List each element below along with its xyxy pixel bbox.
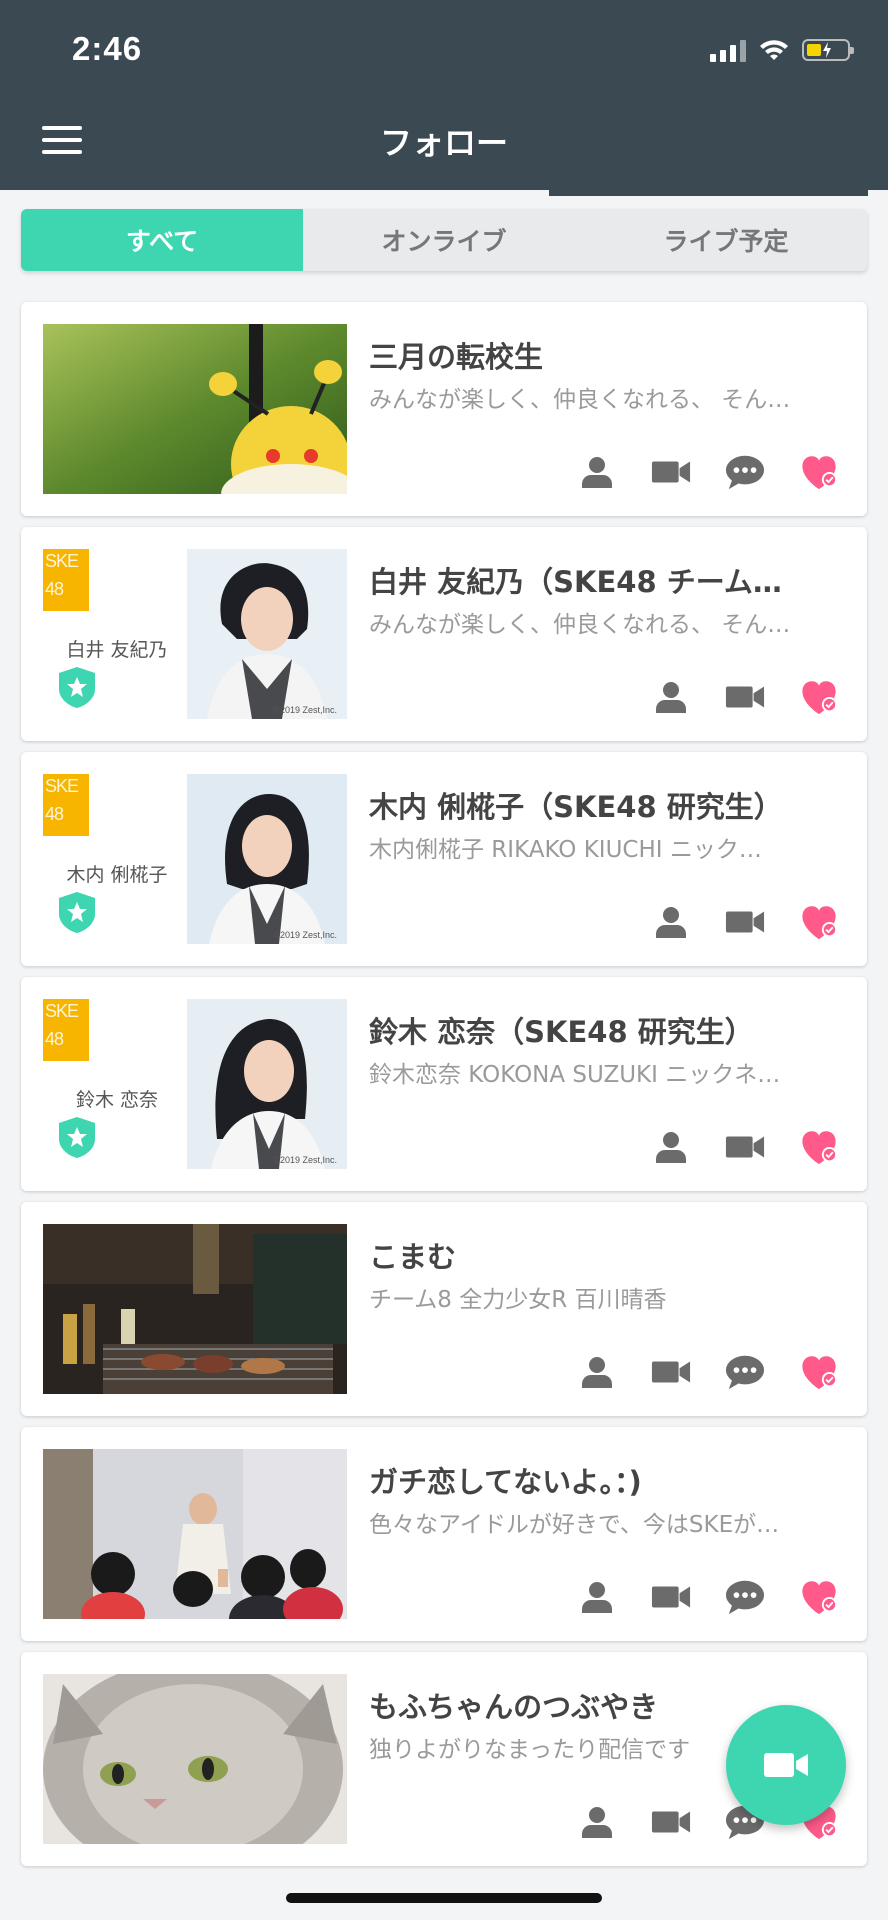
card-description: 色々なアイドルが好きで、今はSKEが… <box>369 1512 780 1538</box>
follow-list: 三月の転校生 みんなが楽しく、仲良くなれる、 そん… SKE 48 白井 友紀乃 … <box>21 302 867 1877</box>
star-badge-icon <box>59 1117 95 1158</box>
photo-watermark: ©2019 Zest,Inc. <box>273 930 337 940</box>
video-icon[interactable] <box>651 1352 691 1392</box>
list-item[interactable]: ガチ恋してないよ。：) 色々なアイドルが好きで、今はSKEが… <box>21 1427 867 1641</box>
card-actions <box>577 1352 839 1392</box>
tab-on-live[interactable]: オンライブ <box>303 209 585 271</box>
person-icon[interactable] <box>651 677 691 717</box>
card-description: チーム8 全力少女R 百川晴香 <box>369 1287 667 1313</box>
video-icon[interactable] <box>651 1802 691 1842</box>
heart-icon[interactable] <box>799 1352 839 1392</box>
video-camera-icon <box>764 1753 808 1777</box>
card-title: こまむ <box>369 1240 457 1274</box>
chat-icon[interactable] <box>725 1352 765 1392</box>
photo-watermark: ©2019 Zest,Inc. <box>273 1155 337 1165</box>
card-title: 木内 俐椛子（SKE48 研究生） <box>369 790 783 824</box>
thumbnail-image <box>43 324 347 494</box>
card-description: みんなが楽しく、仲良くなれる、 そん… <box>369 387 791 413</box>
member-photo: ©2019 Zest,Inc. <box>187 999 347 1169</box>
person-icon[interactable] <box>651 902 691 942</box>
card-description: みんなが楽しく、仲良くなれる、 そん… <box>369 612 791 638</box>
member-info-block: SKE 48 鈴木 恋奈 ©2019 Zest,Inc. <box>43 999 347 1169</box>
heart-icon[interactable] <box>799 902 839 942</box>
card-actions <box>577 1577 839 1617</box>
start-live-button[interactable] <box>726 1705 846 1825</box>
card-title: 三月の転校生 <box>369 340 544 374</box>
member-name: 木内 俐椛子 <box>66 864 168 886</box>
heart-icon[interactable] <box>799 1127 839 1167</box>
card-actions <box>577 452 839 492</box>
heart-icon[interactable] <box>799 677 839 717</box>
tab-all[interactable]: すべて <box>21 209 303 271</box>
card-title: ガチ恋してないよ。：) <box>369 1465 642 1499</box>
person-icon[interactable] <box>577 452 617 492</box>
header-accent-bar <box>549 190 868 196</box>
photo-watermark: ©2019 Zest,Inc. <box>273 705 337 715</box>
chat-icon[interactable] <box>725 452 765 492</box>
list-item[interactable]: 三月の転校生 みんなが楽しく、仲良くなれる、 そん… <box>21 302 867 516</box>
thumbnail-image <box>43 1674 347 1844</box>
home-indicator <box>286 1893 602 1903</box>
status-time: 2:46 <box>72 30 143 67</box>
tab-scheduled-live[interactable]: ライブ予定 <box>585 209 867 271</box>
card-description: 鈴木恋奈 KOKONA SUZUKI ニックネ… <box>369 1062 781 1088</box>
ske48-logo: SKE 48 <box>43 549 89 611</box>
member-photo: ©2019 Zest,Inc. <box>187 549 347 719</box>
star-badge-icon <box>59 892 95 933</box>
video-icon[interactable] <box>651 452 691 492</box>
page-title: フォロー <box>379 124 508 162</box>
app-header: 2:46 フォロー <box>0 0 888 190</box>
card-description: 木内俐椛子 RIKAKO KIUCHI ニック… <box>369 837 762 863</box>
list-item[interactable]: SKE 48 木内 俐椛子 ©2019 Zest,Inc. 木内 俐椛子（SKE4… <box>21 752 867 966</box>
person-icon[interactable] <box>651 1127 691 1167</box>
card-actions <box>651 677 839 717</box>
card-actions <box>651 1127 839 1167</box>
wifi-icon <box>760 40 788 60</box>
card-title: 白井 友紀乃（SKE48 チーム… <box>369 565 782 599</box>
member-name: 鈴木 恋奈 <box>75 1089 159 1111</box>
member-info-block: SKE 48 木内 俐椛子 ©2019 Zest,Inc. <box>43 774 347 944</box>
member-photo: ©2019 Zest,Inc. <box>187 774 347 944</box>
signal-icon <box>710 38 746 62</box>
card-title: 鈴木 恋奈（SKE48 研究生） <box>369 1015 754 1049</box>
heart-icon[interactable] <box>799 1577 839 1617</box>
list-item[interactable]: SKE 48 白井 友紀乃 ©2019 Zest,Inc. 白井 友紀乃（SKE4… <box>21 527 867 741</box>
card-actions <box>651 902 839 942</box>
list-item[interactable]: SKE 48 鈴木 恋奈 ©2019 Zest,Inc. 鈴木 恋奈（SKE48 … <box>21 977 867 1191</box>
video-icon[interactable] <box>725 1127 765 1167</box>
person-icon[interactable] <box>577 1352 617 1392</box>
chat-icon[interactable] <box>725 1577 765 1617</box>
heart-icon[interactable] <box>799 452 839 492</box>
video-icon[interactable] <box>725 677 765 717</box>
video-icon[interactable] <box>651 1577 691 1617</box>
list-item[interactable]: こまむ チーム8 全力少女R 百川晴香 <box>21 1202 867 1416</box>
battery-icon <box>802 39 854 61</box>
star-badge-icon <box>59 667 95 708</box>
ske48-logo: SKE 48 <box>43 774 89 836</box>
ske48-logo: SKE 48 <box>43 999 89 1061</box>
person-icon[interactable] <box>577 1802 617 1842</box>
person-icon[interactable] <box>577 1577 617 1617</box>
thumbnail-image <box>43 1449 347 1619</box>
status-indicators <box>710 38 854 62</box>
member-name: 白井 友紀乃 <box>66 639 168 661</box>
thumbnail-image <box>43 1224 347 1394</box>
video-icon[interactable] <box>725 902 765 942</box>
tab-bar: すべて オンライブ ライブ予定 <box>21 209 867 271</box>
member-info-block: SKE 48 白井 友紀乃 ©2019 Zest,Inc. <box>43 549 347 719</box>
